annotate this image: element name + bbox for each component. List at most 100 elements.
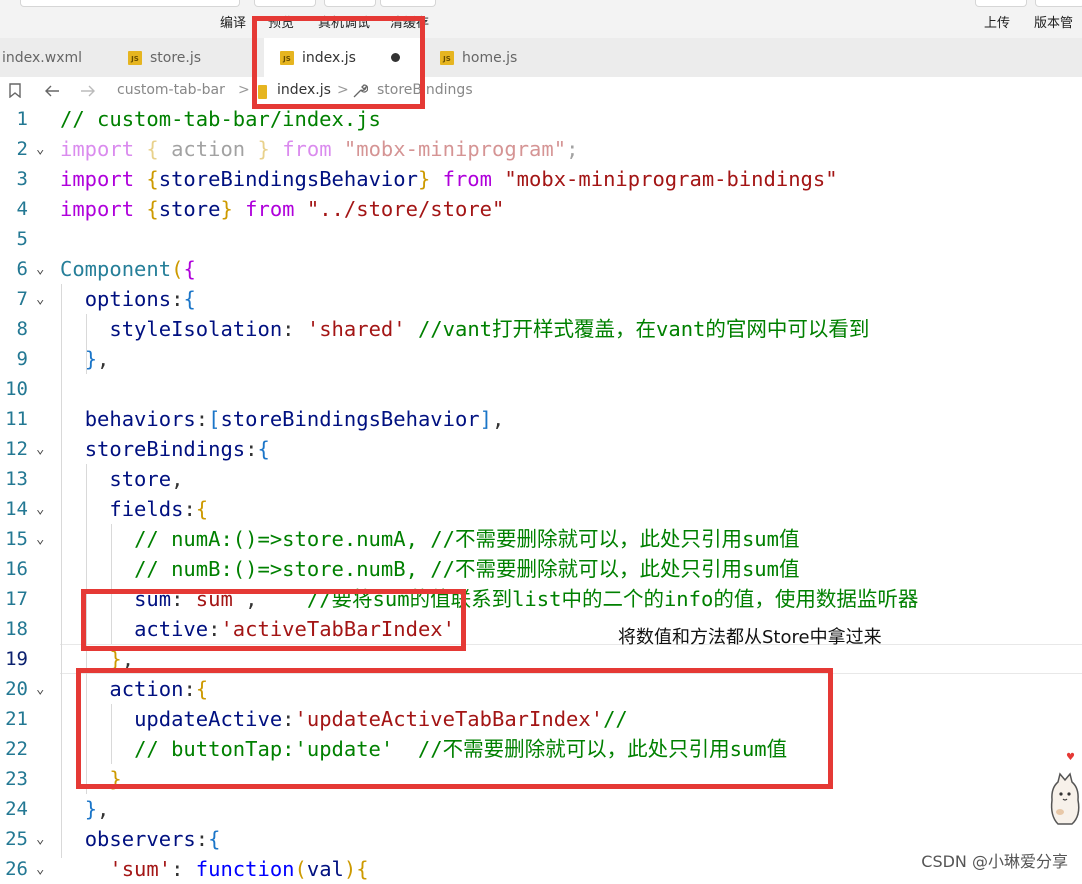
js-file-icon: JS (440, 50, 454, 65)
line-number: 13 (5, 468, 28, 490)
code-text: // numA:()=>store.numA, //不需要删除就可以，此处只引用… (134, 527, 800, 551)
tab-label: home.js (462, 49, 518, 66)
line-number: 24 (5, 798, 28, 820)
tab-label: store.js (150, 49, 202, 66)
code-line[interactable]: 16 // numB:()=>store.numB, //不需要删除就可以，此处… (0, 554, 1082, 584)
line-number: 7 (16, 288, 28, 310)
line-number: 9 (16, 348, 28, 370)
code-line[interactable]: 5 (0, 224, 1082, 254)
line-number: 21 (5, 708, 28, 730)
watermark: CSDN @小琳爱分享 (921, 852, 1068, 871)
code-line[interactable]: 6 ⌄ Component({ (0, 254, 1082, 284)
line-number: 22 (5, 738, 28, 760)
fold-chevron-icon[interactable]: ⌄ (36, 134, 44, 164)
line-number: 17 (5, 588, 28, 610)
heart-icon: ♥ (1066, 752, 1075, 763)
code-line[interactable]: 1// custom-tab-bar/index.js (0, 104, 1082, 134)
bookmark-icon[interactable] (9, 83, 21, 98)
line-number: 25 (5, 828, 28, 850)
code-line[interactable]: 13 store, (0, 464, 1082, 494)
line-number: 20 (5, 678, 28, 700)
upload-button[interactable]: 上传 (984, 12, 1010, 31)
tab-label: index.wxml (2, 49, 83, 66)
code-text: Component({ (60, 257, 196, 281)
tab-home-js[interactable]: JS home.js (424, 38, 564, 77)
code-line[interactable]: 11 behaviors:[storeBindingsBehavior], (0, 404, 1082, 434)
line-number: 6 (16, 258, 28, 280)
annotation-text: 将数值和方法都从Store中拿过来 (618, 627, 882, 648)
editor-tab-bar: index.wxml JS store.js JS index.js JS ho… (0, 38, 1082, 77)
line-number: 2 (16, 138, 28, 160)
code-line[interactable]: 12 ⌄ storeBindings:{ (0, 434, 1082, 464)
code-line[interactable]: 9 }, (0, 344, 1082, 374)
line-number: 18 (5, 618, 28, 640)
code-text: // numB:()=>store.numB, //不需要删除就可以，此处只引用… (134, 557, 800, 581)
highlight-box-fields (81, 589, 466, 651)
back-arrow-icon[interactable] (44, 84, 60, 98)
toolbar-button-strip (254, 0, 316, 7)
toolbar-button-strip (380, 0, 436, 7)
fold-chevron-icon[interactable]: ⌄ (36, 824, 44, 854)
code-line[interactable]: 14 ⌄ fields:{ (0, 494, 1082, 524)
code-text: import {storeBindingsBehavior} from "mob… (60, 167, 838, 191)
top-toolbar: 编译 预览 真机调试 清缓存 上传 版本管 (0, 0, 1082, 38)
code-line[interactable]: 15 ⌄ // numA:()=>store.numA, //不需要删除就可以，此… (0, 524, 1082, 554)
toolbar-button-strip (1035, 0, 1082, 7)
line-number: 11 (5, 408, 28, 430)
toolbar-button-strip (324, 0, 376, 7)
line-number: 4 (16, 198, 28, 220)
line-number: 14 (5, 498, 28, 520)
code-line[interactable]: 3 import {storeBindingsBehavior} from "mo… (0, 164, 1082, 194)
code-line[interactable]: 24 }, (0, 794, 1082, 824)
breadcrumb-folder[interactable]: custom-tab-bar (117, 82, 225, 98)
code-text: 'sum': function(val){ (109, 857, 369, 881)
line-number: 19 (5, 648, 28, 670)
code-line[interactable]: 7 ⌄ options:{ (0, 284, 1082, 314)
line-number: 26 (5, 858, 28, 880)
fold-chevron-icon[interactable]: ⌄ (36, 524, 44, 554)
breadcrumb-separator: > (238, 82, 250, 98)
forward-arrow-icon[interactable] (80, 84, 96, 98)
tab-store-js[interactable]: JS store.js (114, 38, 262, 77)
code-line[interactable]: 4 import {store} from "../store/store" (0, 194, 1082, 224)
fold-chevron-icon[interactable]: ⌄ (36, 854, 44, 884)
code-text: observers:{ (84, 827, 221, 851)
compile-button[interactable]: 编译 (220, 12, 246, 31)
code-text: behaviors:[storeBindingsBehavior], (84, 407, 505, 431)
cat-sticker-icon (1050, 772, 1080, 825)
fold-chevron-icon[interactable]: ⌄ (36, 494, 44, 524)
code-line[interactable]: 8 styleIsolation: 'shared' //vant打开样式覆盖，… (0, 314, 1082, 344)
line-number: 3 (16, 168, 28, 190)
version-manage-button[interactable]: 版本管 (1034, 12, 1073, 31)
fold-chevron-icon[interactable]: ⌄ (36, 674, 44, 704)
fold-chevron-icon[interactable]: ⌄ (36, 284, 44, 314)
breadcrumb: custom-tab-bar > index.js > storeBinding… (0, 77, 1082, 105)
tab-index-wxml[interactable]: index.wxml (0, 38, 112, 77)
code-text: }, (84, 347, 110, 371)
code-line[interactable]: 2 ⌄ import { action } from "mobx-miniprogr… (0, 134, 1082, 164)
highlight-box-action (76, 668, 833, 789)
line-number: 12 (5, 438, 28, 460)
code-line[interactable]: 10 (0, 374, 1082, 404)
code-text: options:{ (84, 287, 196, 311)
fold-chevron-icon[interactable]: ⌄ (36, 434, 44, 464)
code-text: store, (109, 467, 184, 491)
toolbar-dropdown[interactable] (20, 0, 240, 7)
code-text: fields:{ (109, 497, 209, 521)
line-number: 16 (5, 558, 28, 580)
line-number: 23 (5, 768, 28, 790)
code-text: import { action } from "mobx-miniprogram… (60, 137, 579, 161)
line-number: 8 (16, 318, 28, 340)
line-number: 1 (16, 108, 28, 130)
line-number: 5 (16, 228, 28, 250)
code-line[interactable]: 25 ⌄ observers:{ (0, 824, 1082, 854)
fold-chevron-icon[interactable]: ⌄ (36, 254, 44, 284)
code-text: storeBindings:{ (84, 437, 270, 461)
line-number: 15 (5, 528, 28, 550)
code-line[interactable]: 26 ⌄ 'sum': function(val){ (0, 854, 1082, 884)
code-text: styleIsolation: 'shared' //vant打开样式覆盖，在v… (109, 317, 870, 341)
js-file-icon: JS (128, 50, 142, 65)
toolbar-button-strip (975, 0, 1027, 7)
line-number: 10 (5, 378, 28, 400)
highlight-box-active-tab (252, 16, 425, 109)
